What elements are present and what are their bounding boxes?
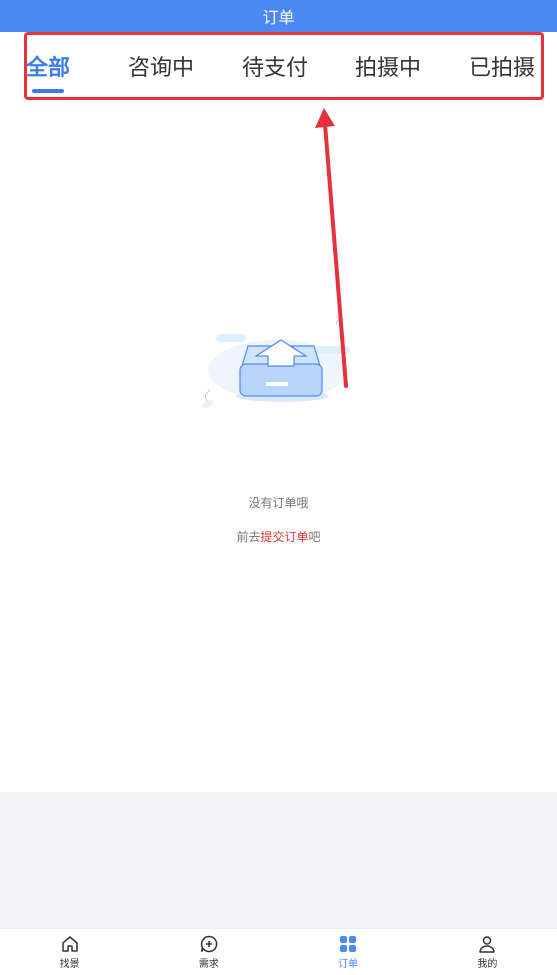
- chat-plus-icon: [200, 935, 218, 953]
- tab-all[interactable]: 全部: [26, 50, 70, 82]
- page-title: 订单: [262, 8, 295, 27]
- submit-order-link[interactable]: 提交订单: [260, 530, 308, 544]
- nav-label: 订单: [338, 959, 359, 970]
- tab-pending-payment[interactable]: 待支付: [242, 50, 308, 82]
- nav-item-find-location[interactable]: 找景: [0, 929, 139, 975]
- tab-consulting[interactable]: 咨询中: [128, 50, 194, 82]
- home-icon: [61, 936, 78, 952]
- bottom-nav: 找景 需求 订单 我的: [0, 928, 557, 975]
- nav-item-orders[interactable]: 订单: [279, 929, 418, 975]
- footer-spacer: [0, 792, 557, 928]
- nav-label: 找景: [59, 959, 80, 970]
- page-header: 订单: [0, 0, 557, 32]
- prompt-prefix: 前去: [236, 530, 261, 544]
- submit-order-prompt: 前去提交订单吧: [0, 528, 557, 545]
- nav-item-profile[interactable]: 我的: [418, 929, 557, 975]
- order-list-area: 没有订单哦 前去提交订单吧: [0, 104, 557, 792]
- nav-label: 需求: [198, 959, 219, 970]
- empty-message: 没有订单哦: [248, 496, 309, 510]
- nav-label: 我的: [477, 959, 498, 970]
- active-tab-indicator: [32, 89, 64, 93]
- tab-shot[interactable]: 已拍摄: [469, 50, 535, 82]
- user-icon: [479, 936, 496, 953]
- order-tabs: 全部 咨询中 待支付 拍摄中 已拍摄: [0, 32, 557, 104]
- prompt-suffix: 吧: [308, 530, 321, 544]
- grid-icon: [340, 936, 357, 952]
- empty-box-illustration: [202, 309, 350, 408]
- tab-shooting[interactable]: 拍摄中: [355, 50, 421, 82]
- nav-item-requirements[interactable]: 需求: [139, 929, 278, 975]
